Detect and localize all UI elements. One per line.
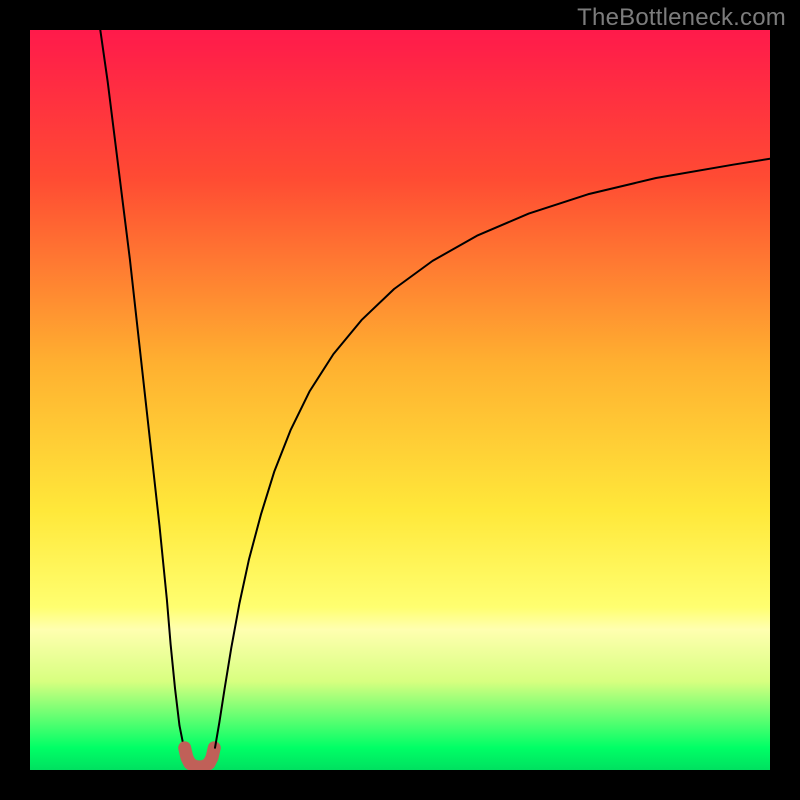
gradient-background (30, 30, 770, 770)
watermark-text: TheBottleneck.com (577, 4, 786, 32)
chart-frame: TheBottleneck.com (0, 0, 800, 800)
chart-plot (30, 30, 770, 770)
